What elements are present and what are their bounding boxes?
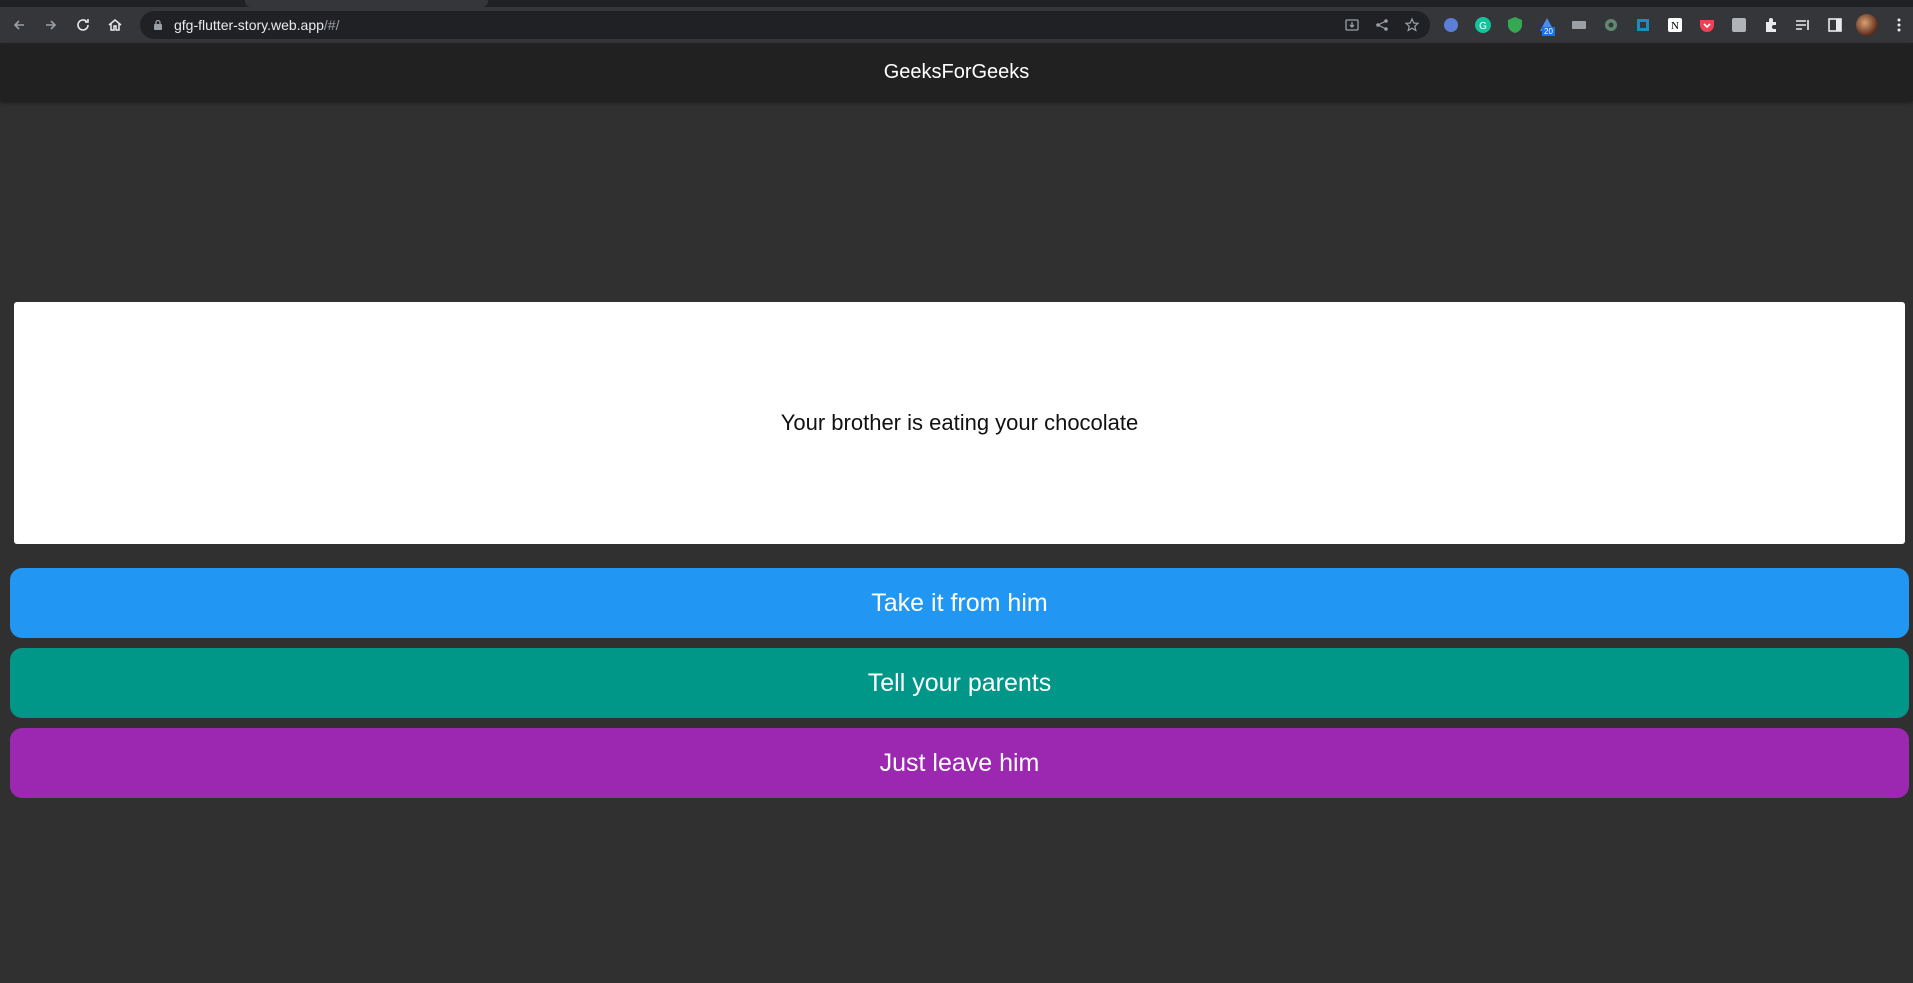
shield-icon — [1508, 17, 1522, 33]
extension-7[interactable] — [1632, 14, 1654, 36]
extension-notion[interactable]: N — [1664, 14, 1686, 36]
tab-strip — [0, 0, 1913, 7]
extensions-puzzle-icon — [1766, 18, 1776, 32]
extension-badge-count: 20 — [1542, 27, 1555, 36]
extension-pocket[interactable] — [1696, 14, 1718, 36]
url-host: gfg-flutter-story.web.app — [174, 17, 324, 33]
extensions-bar: G 20 N — [1440, 7, 1910, 43]
pocket-icon — [1700, 20, 1714, 32]
extension-10[interactable] — [1728, 14, 1750, 36]
story-text: Your brother is eating your chocolate — [780, 410, 1139, 435]
extensions-menu-button[interactable] — [1760, 14, 1782, 36]
install-icon[interactable] — [1344, 17, 1360, 33]
lock-icon — [154, 19, 162, 30]
choice-button-leave-him[interactable]: Just leave him — [10, 728, 1909, 798]
avatar — [1856, 14, 1878, 36]
extension-grammarly[interactable]: G — [1472, 14, 1494, 36]
menu-kebab-icon — [1897, 18, 1901, 32]
extension-badge[interactable]: 20 — [1536, 14, 1558, 36]
back-icon — [13, 20, 24, 30]
reload-button[interactable] — [70, 12, 96, 38]
share-icon[interactable] — [1374, 17, 1390, 33]
notion-icon: N — [1668, 18, 1682, 32]
side-panel-button[interactable] — [1824, 14, 1846, 36]
chrome-menu-button[interactable] — [1888, 14, 1910, 36]
app-title: GeeksForGeeks — [883, 60, 1030, 83]
url-text: gfg-flutter-story.web.app/#/ — [174, 17, 340, 33]
choice-button-take-it[interactable]: Take it from him — [10, 568, 1909, 638]
grammarly-icon: G — [1475, 17, 1491, 33]
svg-text:N: N — [1671, 20, 1679, 32]
home-icon — [108, 19, 122, 31]
forward-button[interactable] — [38, 12, 64, 38]
reading-list-icon — [1796, 20, 1809, 30]
extension-5[interactable] — [1568, 14, 1590, 36]
choice-button-tell-parents[interactable]: Tell your parents — [10, 648, 1909, 718]
gear-icon — [1605, 19, 1617, 31]
svg-text:G: G — [1479, 21, 1487, 32]
extension-icon — [1444, 18, 1458, 32]
reload-icon — [77, 19, 89, 31]
bookmark-star-icon[interactable] — [1404, 17, 1420, 33]
extension-6[interactable] — [1600, 14, 1622, 36]
url-path: /#/ — [323, 17, 340, 33]
back-button[interactable] — [6, 12, 32, 38]
reading-list-button[interactable] — [1792, 14, 1814, 36]
image-icon — [1732, 18, 1746, 32]
story-card: Your brother is eating your chocolate — [14, 302, 1905, 544]
extension-1[interactable] — [1440, 14, 1462, 36]
address-bar[interactable]: gfg-flutter-story.web.app/#/ — [140, 11, 1430, 39]
extension-shield[interactable] — [1504, 14, 1526, 36]
active-tab[interactable] — [245, 0, 488, 7]
home-button[interactable] — [102, 12, 128, 38]
profile-button[interactable] — [1856, 14, 1878, 36]
side-panel-icon — [1828, 18, 1842, 32]
omnibox-actions — [1344, 11, 1420, 39]
app-bar: GeeksForGeeks — [0, 43, 1913, 101]
forward-icon — [46, 20, 57, 30]
card-icon — [1572, 21, 1586, 29]
frame-icon — [1637, 19, 1649, 31]
